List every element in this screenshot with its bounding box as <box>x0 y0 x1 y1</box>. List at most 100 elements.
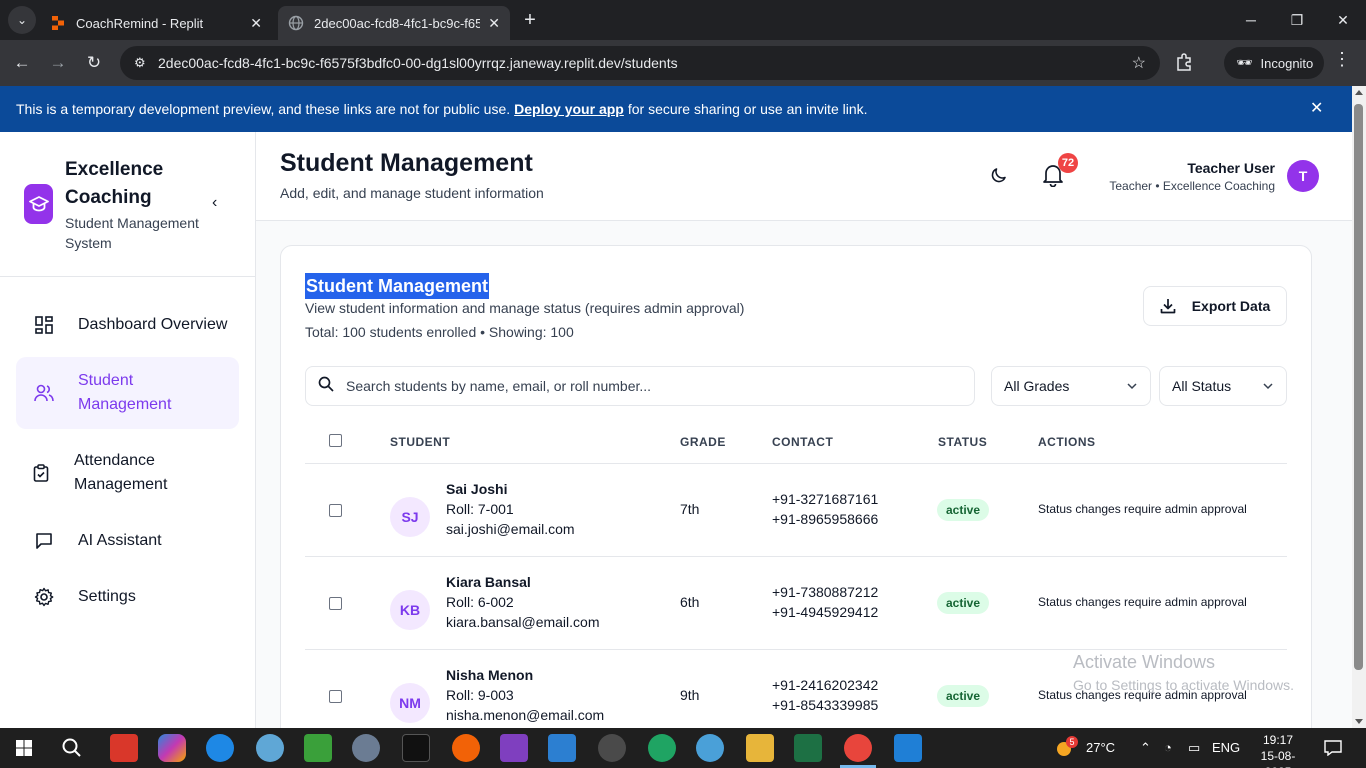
student-phone-primary: +91-7380887212 <box>772 584 879 600</box>
incognito-indicator[interactable]: 🕶 Incognito <box>1224 47 1324 79</box>
minimize-icon[interactable]: ─ <box>1228 0 1274 40</box>
windows-start-icon[interactable] <box>10 734 38 762</box>
select-all-checkbox[interactable] <box>329 434 342 447</box>
extensions-icon[interactable] <box>1174 52 1196 74</box>
user-role: Teacher • Excellence Coaching <box>1109 179 1275 193</box>
notification-count-badge: 72 <box>1058 153 1078 173</box>
grade-filter-value: All Grades <box>1004 378 1070 394</box>
browser-tab-bar: ⌄ CoachRemind - Replit ✕ 2dec00ac-fcd8-4… <box>0 0 1366 40</box>
scroll-down-icon[interactable] <box>1355 719 1363 724</box>
sidebar-item-dashboard[interactable]: Dashboard Overview <box>16 309 239 341</box>
scroll-up-icon[interactable] <box>1355 90 1363 95</box>
site-settings-icon[interactable]: ⚙ <box>134 55 152 71</box>
dark-mode-toggle-icon[interactable] <box>990 166 1010 186</box>
restore-icon[interactable]: ❐ <box>1274 0 1320 40</box>
status-badge: active <box>937 499 990 521</box>
browser-toolbar: ← → ↻ ⚙ 2dec00ac-fcd8-4fc1-bc9c-f6575f3b… <box>0 40 1366 86</box>
chevron-down-icon <box>1262 379 1274 395</box>
search-input[interactable] <box>346 378 946 394</box>
paint-icon[interactable] <box>696 734 724 762</box>
sidebar-item-ai-assistant[interactable]: AI Assistant <box>16 525 239 557</box>
back-arrow-icon[interactable]: ← <box>8 49 36 77</box>
page-scrollbar[interactable] <box>1352 86 1366 728</box>
row-checkbox[interactable] <box>329 504 342 517</box>
collapse-sidebar-icon[interactable]: ‹ <box>212 194 217 212</box>
battery-icon[interactable]: ▭ <box>1188 728 1200 768</box>
export-label: Export Data <box>1191 298 1271 314</box>
page-title: Student Management <box>280 149 533 177</box>
browser-menu-icon[interactable]: ⋮ <box>1332 49 1352 70</box>
bookmark-star-icon[interactable]: ☆ <box>1132 53 1146 73</box>
column-header-status: STATUS <box>938 435 988 449</box>
system-clock[interactable]: 19:17 15-08-2025 <box>1248 732 1308 768</box>
settings-gear-app-icon[interactable] <box>352 734 380 762</box>
weather-temperature[interactable]: 27°C <box>1086 728 1115 768</box>
python-app-icon[interactable] <box>304 734 332 762</box>
paint-app-icon[interactable] <box>256 734 284 762</box>
browser-tab[interactable]: CoachRemind - Replit ✕ <box>40 6 272 40</box>
deploy-app-link[interactable]: Deploy your app <box>514 101 624 117</box>
column-header-student: STUDENT <box>390 435 451 449</box>
browser-tab-active[interactable]: 2dec00ac-fcd8-4fc1-bc9c-f6575 ✕ <box>278 6 510 40</box>
page-header: Student Management Add, edit, and manage… <box>256 132 1352 221</box>
store-app-icon[interactable] <box>894 734 922 762</box>
sidebar-item-label: Dashboard Overview <box>78 316 228 333</box>
card-title: Student Management <box>305 273 490 299</box>
status-filter-select[interactable]: All Status <box>1159 366 1287 406</box>
terminal-app-icon[interactable] <box>402 734 430 762</box>
tray-chevron-up-icon[interactable]: ⌃ <box>1140 728 1151 768</box>
student-search[interactable] <box>305 366 975 406</box>
scrollbar-thumb[interactable] <box>1354 104 1363 670</box>
student-avatar: KB <box>390 590 430 630</box>
windows-taskbar: 5 27°C ⌃ ◔ ▭ ENG 19:17 15-08-2025 <box>0 728 1366 768</box>
chrome-icon[interactable] <box>844 734 872 762</box>
settings-icon[interactable] <box>598 734 626 762</box>
tab-close-icon[interactable]: ✕ <box>250 15 262 32</box>
row-checkbox[interactable] <box>329 690 342 703</box>
network-icon[interactable]: ◔ <box>1164 728 1172 768</box>
clock-date: 15-08-2025 <box>1260 749 1296 768</box>
search-icon[interactable] <box>58 734 86 762</box>
new-tab-button[interactable]: + <box>518 8 542 32</box>
table-row: KB Kiara Bansal Roll: 6-002 kiara.bansal… <box>305 557 1287 650</box>
reload-icon[interactable]: ↻ <box>80 49 108 77</box>
visual-studio-icon[interactable] <box>500 734 528 762</box>
forward-arrow-icon[interactable]: → <box>44 49 72 77</box>
file-explorer-icon[interactable] <box>746 734 774 762</box>
avatar[interactable]: T <box>1287 160 1319 192</box>
card-subtitle: View student information and manage stat… <box>305 300 745 316</box>
weather-icon[interactable] <box>1054 728 1078 768</box>
url-text[interactable]: 2dec00ac-fcd8-4fc1-bc9c-f6575f3bdfc0-00-… <box>158 55 678 71</box>
sidebar-item-settings[interactable]: Settings <box>16 581 239 613</box>
grade-filter-select[interactable]: All Grades <box>991 366 1151 406</box>
window-close-icon[interactable]: ✕ <box>1320 0 1366 40</box>
edge-browser-icon[interactable] <box>648 734 676 762</box>
tab-close-icon[interactable]: ✕ <box>488 15 500 32</box>
language-indicator[interactable]: ENG <box>1212 728 1240 768</box>
app-icon[interactable] <box>110 734 138 762</box>
export-data-button[interactable]: Export Data <box>1143 286 1287 326</box>
address-bar[interactable]: ⚙ 2dec00ac-fcd8-4fc1-bc9c-f6575f3bdfc0-0… <box>120 46 1160 80</box>
download-icon <box>1160 298 1176 314</box>
vscode-icon[interactable] <box>548 734 576 762</box>
row-checkbox[interactable] <box>329 597 342 610</box>
banner-close-icon[interactable]: ✕ <box>1310 98 1323 118</box>
copilot-icon[interactable] <box>158 734 186 762</box>
sidebar-item-attendance[interactable]: Attendance Management <box>16 437 239 509</box>
sidebar: Excellence Coaching Student Management S… <box>0 132 256 728</box>
sidebar-item-label: Attendance Management <box>74 452 168 493</box>
student-email: sai.joshi@email.com <box>446 521 575 537</box>
action-note: Status changes require admin approval <box>1038 502 1247 516</box>
sidebar-item-label: AI Assistant <box>78 532 162 549</box>
spreadsheet-app-icon[interactable] <box>794 734 822 762</box>
search-icon <box>318 376 334 397</box>
student-phone-secondary: +91-8965958666 <box>772 511 879 527</box>
replit-app-icon[interactable] <box>452 734 480 762</box>
sidebar-item-students[interactable]: Student Management <box>16 357 239 429</box>
notification-center-icon[interactable] <box>1324 728 1342 768</box>
replit-favicon-icon <box>50 15 66 31</box>
users-icon <box>32 381 56 405</box>
sync-app-icon[interactable] <box>206 734 234 762</box>
tab-search-button[interactable]: ⌄ <box>8 6 36 34</box>
student-name: Kiara Bansal <box>446 574 531 590</box>
